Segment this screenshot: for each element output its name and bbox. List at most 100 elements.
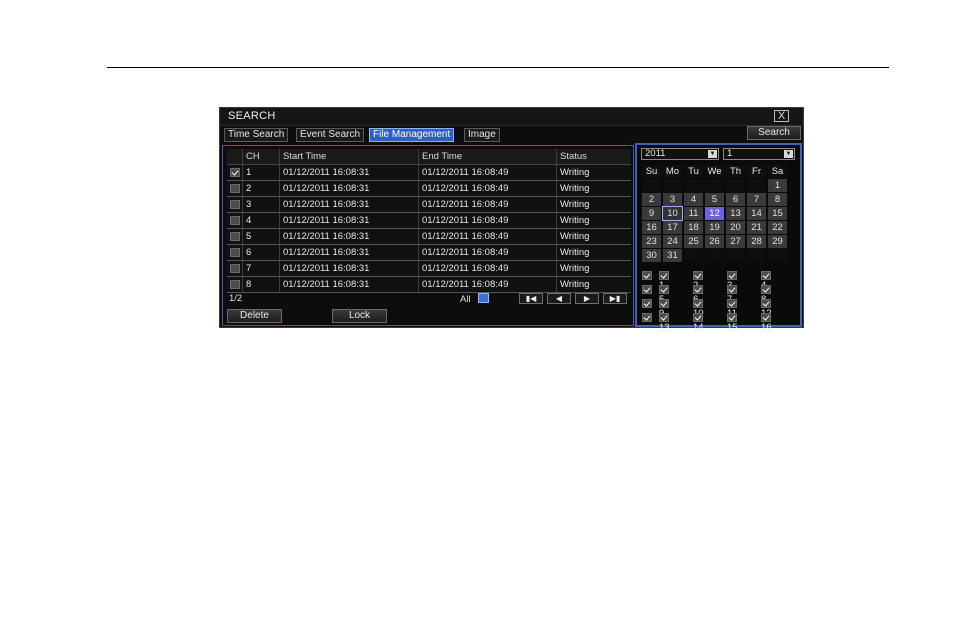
last-page-button[interactable]: ▶▮ — [603, 293, 627, 304]
month-select[interactable]: 1 ▼ — [723, 148, 795, 160]
calendar-day[interactable]: 5 — [705, 193, 724, 206]
channel-checkbox[interactable] — [761, 285, 771, 294]
tab-time-search[interactable]: Time Search — [224, 128, 289, 142]
row-checkbox[interactable] — [230, 231, 240, 241]
calendar-day[interactable]: 3 — [663, 193, 682, 206]
row-checkbox[interactable] — [230, 215, 240, 225]
channel-checkbox[interactable] — [693, 271, 703, 280]
row-checkbox[interactable] — [230, 167, 240, 177]
table-row[interactable]: 8 01/12/2011 16:08:31 01/12/2011 16:08:49 W… — [227, 276, 631, 293]
calendar-day[interactable]: 11 — [684, 207, 703, 220]
tab-event-search[interactable]: Event Search — [296, 128, 365, 142]
calendar-day[interactable]: 29 — [768, 235, 787, 248]
table-row[interactable]: 1 01/12/2011 16:08:31 01/12/2011 16:08:49 W… — [227, 164, 631, 181]
row-checkbox[interactable] — [230, 279, 240, 289]
calendar-day[interactable]: 16 — [642, 221, 661, 234]
channel-checkbox[interactable] — [727, 285, 737, 294]
channel-checkbox[interactable] — [761, 299, 771, 308]
row-select-cell — [227, 244, 243, 261]
header-ch: CH — [242, 149, 280, 165]
channel-checkbox-item[interactable]: 15 — [727, 313, 740, 333]
cell-start-time: 01/12/2011 16:08:31 — [279, 244, 419, 261]
channel-checkbox[interactable] — [659, 313, 669, 322]
calendar-empty-cell — [684, 249, 703, 262]
row-checkbox[interactable] — [230, 247, 240, 257]
lock-button[interactable]: Lock — [332, 309, 387, 323]
row-select-cell — [227, 164, 243, 181]
row-checkbox[interactable] — [230, 263, 240, 273]
channel-checkbox[interactable] — [727, 271, 737, 280]
channel-checkbox[interactable] — [761, 271, 771, 280]
calendar-day[interactable]: 7 — [747, 193, 766, 206]
row-select-checkbox[interactable] — [642, 313, 652, 322]
select-all-checkbox[interactable] — [478, 293, 489, 303]
calendar-day[interactable]: 13 — [726, 207, 745, 220]
table-row[interactable]: 7 01/12/2011 16:08:31 01/12/2011 16:08:49 W… — [227, 260, 631, 277]
table-row[interactable]: 2 01/12/2011 16:08:31 01/12/2011 16:08:49 W… — [227, 180, 631, 197]
calendar-day[interactable]: 20 — [726, 221, 745, 234]
channel-checkbox-item[interactable]: 16 — [761, 313, 774, 333]
cell-start-time: 01/12/2011 16:08:31 — [279, 228, 419, 245]
channel-checkbox-item[interactable]: 14 — [693, 313, 706, 333]
cell-end-time: 01/12/2011 16:08:49 — [418, 164, 557, 181]
channel-row-select[interactable] — [642, 271, 655, 281]
calendar-day[interactable]: 2 — [642, 193, 661, 206]
calendar-day[interactable]: 23 — [642, 235, 661, 248]
calendar-day[interactable]: 31 — [663, 249, 682, 262]
calendar-day[interactable]: 18 — [684, 221, 703, 234]
channel-checkbox[interactable] — [761, 313, 771, 322]
channel-row-select[interactable] — [642, 313, 655, 323]
channel-checkbox[interactable] — [693, 313, 703, 322]
prev-page-button[interactable]: ◀ — [547, 293, 571, 304]
calendar-day[interactable]: 10 — [662, 206, 683, 221]
channel-checkbox[interactable] — [727, 313, 737, 322]
channel-checkbox-item[interactable]: 13 — [659, 313, 672, 333]
channel-row-select[interactable] — [642, 299, 655, 309]
tab-image[interactable]: Image — [464, 128, 500, 142]
year-select[interactable]: 2011 ▼ — [641, 148, 719, 160]
calendar-day[interactable]: 22 — [768, 221, 787, 234]
row-select-checkbox[interactable] — [642, 299, 652, 308]
tab-file-management[interactable]: File Management — [369, 128, 455, 142]
calendar-day[interactable]: 30 — [642, 249, 661, 262]
table-row[interactable]: 3 01/12/2011 16:08:31 01/12/2011 16:08:49 W… — [227, 196, 631, 213]
calendar-day[interactable]: 25 — [684, 235, 703, 248]
channel-checkbox[interactable] — [659, 271, 669, 280]
calendar-day[interactable]: 26 — [705, 235, 724, 248]
calendar-day[interactable]: 28 — [747, 235, 766, 248]
calendar-day[interactable]: 21 — [747, 221, 766, 234]
channel-checkbox[interactable] — [659, 299, 669, 308]
channel-checkbox[interactable] — [659, 285, 669, 294]
calendar-empty-cell — [747, 179, 766, 192]
calendar-day[interactable]: 8 — [768, 193, 787, 206]
calendar-day[interactable]: 14 — [747, 207, 766, 220]
channel-checkbox[interactable] — [693, 299, 703, 308]
table-row[interactable]: 5 01/12/2011 16:08:31 01/12/2011 16:08:49 W… — [227, 228, 631, 245]
row-checkbox[interactable] — [230, 183, 240, 193]
table-row[interactable]: 6 01/12/2011 16:08:31 01/12/2011 16:08:49 W… — [227, 244, 631, 261]
calendar-day[interactable]: 1 — [768, 179, 787, 192]
calendar-day[interactable]: 19 — [705, 221, 724, 234]
calendar-day[interactable]: 6 — [726, 193, 745, 206]
channel-row-select[interactable] — [642, 285, 655, 295]
calendar-day[interactable]: 17 — [663, 221, 682, 234]
row-select-checkbox[interactable] — [642, 271, 652, 280]
row-select-checkbox[interactable] — [642, 285, 652, 294]
row-checkbox[interactable] — [230, 199, 240, 209]
first-page-button[interactable]: ▮◀ — [519, 293, 543, 304]
calendar-day[interactable]: 15 — [768, 207, 787, 220]
cell-end-time: 01/12/2011 16:08:49 — [418, 276, 557, 293]
calendar-day[interactable]: 12 — [705, 207, 724, 220]
calendar-day[interactable]: 27 — [726, 235, 745, 248]
delete-button[interactable]: Delete — [227, 309, 282, 323]
calendar-day[interactable]: 4 — [684, 193, 703, 206]
search-button[interactable]: Search — [747, 126, 801, 140]
calendar-day[interactable]: 9 — [642, 207, 661, 220]
calendar-day[interactable]: 24 — [663, 235, 682, 248]
header-end-time: End Time — [418, 149, 557, 165]
table-row[interactable]: 4 01/12/2011 16:08:31 01/12/2011 16:08:49 W… — [227, 212, 631, 229]
channel-checkbox[interactable] — [693, 285, 703, 294]
close-button[interactable]: X — [774, 110, 789, 122]
channel-checkbox[interactable] — [727, 299, 737, 308]
next-page-button[interactable]: ▶ — [575, 293, 599, 304]
